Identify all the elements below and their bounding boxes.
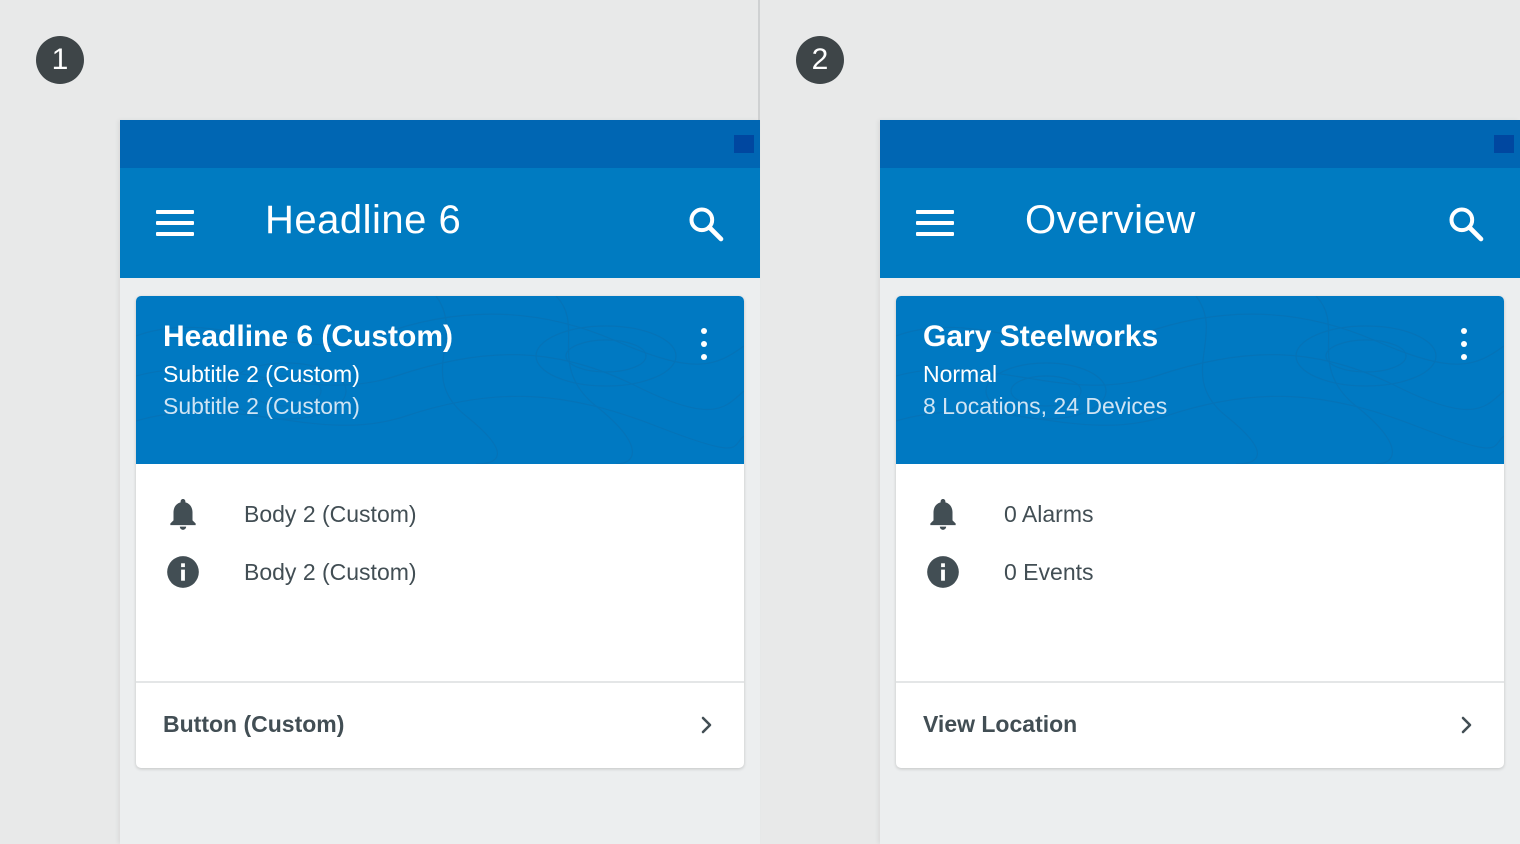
list-item: Body 2 (Custom) [136, 494, 744, 534]
card-header: Headline 6 (Custom) Subtitle 2 (Custom) … [136, 296, 744, 464]
card-action-button[interactable]: Button (Custom) [136, 681, 744, 768]
card-subtitle: Normal [923, 361, 998, 387]
alarms-text: Body 2 (Custom) [244, 500, 417, 527]
list-item: 0 Events [896, 552, 1504, 592]
menu-icon[interactable] [156, 210, 194, 236]
menu-icon[interactable] [916, 210, 954, 236]
card-title: Headline 6 (Custom) [163, 320, 454, 353]
app-bar: Overview [880, 168, 1520, 278]
more-vert-icon[interactable] [698, 328, 710, 360]
app-title: Headline 6 [265, 198, 462, 242]
step-badge-1: 1 [36, 36, 84, 84]
search-icon[interactable] [1446, 204, 1486, 244]
status-bar [880, 120, 1520, 168]
app-bar: Headline 6 [120, 168, 760, 278]
phone-mockup-1: Headline 6 Headline 6 (Custom) Subtitle … [120, 120, 760, 844]
step-number: 2 [811, 43, 829, 76]
location-card: Gary Steelworks Normal 8 Locations, 24 D… [896, 296, 1504, 768]
step-badge-2: 2 [796, 36, 844, 84]
alarms-text: 0 Alarms [1004, 500, 1094, 527]
events-text: Body 2 (Custom) [244, 558, 417, 585]
action-label: View Location [923, 711, 1078, 737]
app-title: Overview [1025, 198, 1196, 242]
status-bar [120, 120, 760, 168]
list-item: 0 Alarms [896, 494, 1504, 534]
card-secondary-subtitle: 8 Locations, 24 Devices [923, 393, 1168, 419]
more-vert-icon[interactable] [1458, 328, 1470, 360]
bell-icon [930, 498, 956, 530]
events-text: 0 Events [1004, 558, 1094, 585]
status-indicator [734, 135, 754, 153]
info-card: Headline 6 (Custom) Subtitle 2 (Custom) … [136, 296, 744, 768]
card-secondary-subtitle: Subtitle 2 (Custom) [163, 393, 360, 419]
card-subtitle: Subtitle 2 (Custom) [163, 361, 360, 387]
action-label: Button (Custom) [163, 711, 345, 737]
status-indicator [1494, 135, 1514, 153]
phone-mockup-2: Overview Gary Steelworks Normal 8 Locati… [880, 120, 1520, 844]
info-icon [927, 556, 959, 588]
view-location-button[interactable]: View Location [896, 681, 1504, 768]
step-number: 1 [51, 43, 69, 76]
card-header: Gary Steelworks Normal 8 Locations, 24 D… [896, 296, 1504, 464]
bell-icon [170, 498, 196, 530]
card-title: Gary Steelworks [923, 320, 1159, 353]
search-icon[interactable] [686, 204, 726, 244]
info-icon [167, 556, 199, 588]
chevron-right-icon [1461, 716, 1472, 734]
list-item: Body 2 (Custom) [136, 552, 744, 592]
chevron-right-icon [701, 716, 712, 734]
